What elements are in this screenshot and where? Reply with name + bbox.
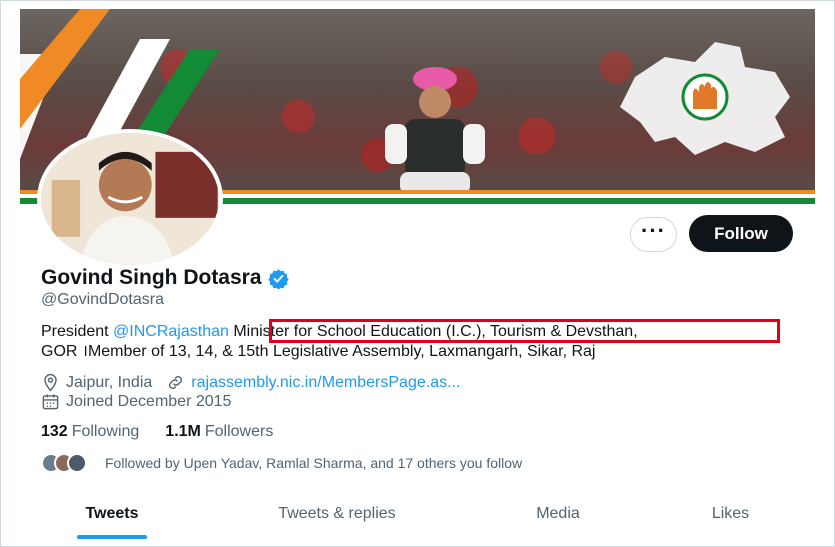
followers-stat[interactable]: 1.1M Followers xyxy=(165,423,273,441)
display-name: Govind Singh Dotasra xyxy=(41,266,262,289)
profile-website-link[interactable]: rajassembly.nic.in/MembersPage.as... xyxy=(191,374,460,392)
calendar-icon xyxy=(42,394,59,410)
followed-by-row[interactable]: Followed by Upen Yadav, Ramlal Sharma, a… xyxy=(41,453,522,473)
following-stat[interactable]: 132 Following xyxy=(41,423,139,441)
tab-label: Tweets xyxy=(85,505,139,522)
profile-tabs: Tweets Tweets & replies Media Likes xyxy=(21,497,816,543)
profile-avatar[interactable] xyxy=(37,129,223,269)
rajasthan-map-logo xyxy=(620,42,790,155)
profile-stats: 132 Following 1.1M Followers xyxy=(41,423,273,441)
profile-joined-row: Joined December 2015 xyxy=(41,392,231,411)
link-icon xyxy=(169,375,183,390)
tab-label: Tweets & replies xyxy=(278,505,396,522)
more-icon: ··· xyxy=(641,217,666,243)
followers-label: Followers xyxy=(204,423,274,440)
bio-prefix: President xyxy=(41,323,114,340)
more-options-button[interactable]: ··· xyxy=(630,217,677,252)
profile-bio: President @INCRajasthan Minister for Sch… xyxy=(41,319,801,362)
tab-tweets[interactable]: Tweets xyxy=(21,497,203,543)
active-tab-indicator xyxy=(77,535,147,539)
tab-tweets-and-replies[interactable]: Tweets & replies xyxy=(203,497,471,543)
profile-name-row: Govind Singh Dotasra xyxy=(41,266,289,290)
follower-avatars xyxy=(41,453,93,473)
banner-man-figure xyxy=(385,67,485,194)
verified-badge-icon xyxy=(267,268,289,289)
tab-media[interactable]: Media xyxy=(471,497,645,543)
mini-avatar xyxy=(67,453,87,473)
tab-label: Media xyxy=(536,505,580,522)
profile-meta-row: Jaipur, India rajassembly.nic.in/Members… xyxy=(41,373,460,392)
location-pin-icon xyxy=(44,373,57,392)
following-count: 132 xyxy=(41,423,68,440)
bio-mention-link[interactable]: @INCRajasthan xyxy=(113,323,229,340)
following-label: Following xyxy=(71,423,140,440)
red-highlight-box xyxy=(269,319,780,343)
followers-count: 1.1M xyxy=(165,423,201,440)
avatar-photo xyxy=(42,133,218,265)
followed-by-text: Followed by Upen Yadav, Ramlal Sharma, a… xyxy=(105,455,523,471)
bio-line-2: GOR ।Member of 13, 14, & 15th Legislativ… xyxy=(41,343,596,360)
tab-likes[interactable]: Likes xyxy=(645,497,816,543)
profile-location: Jaipur, India xyxy=(66,373,153,391)
follow-button[interactable]: Follow xyxy=(689,215,793,252)
profile-page: ··· Follow Govind Singh Dotasra @GovindD… xyxy=(0,0,835,547)
tab-label: Likes xyxy=(711,505,750,522)
profile-joined-date: Joined December 2015 xyxy=(66,392,232,410)
profile-handle: @GovindDotasra xyxy=(41,291,164,308)
